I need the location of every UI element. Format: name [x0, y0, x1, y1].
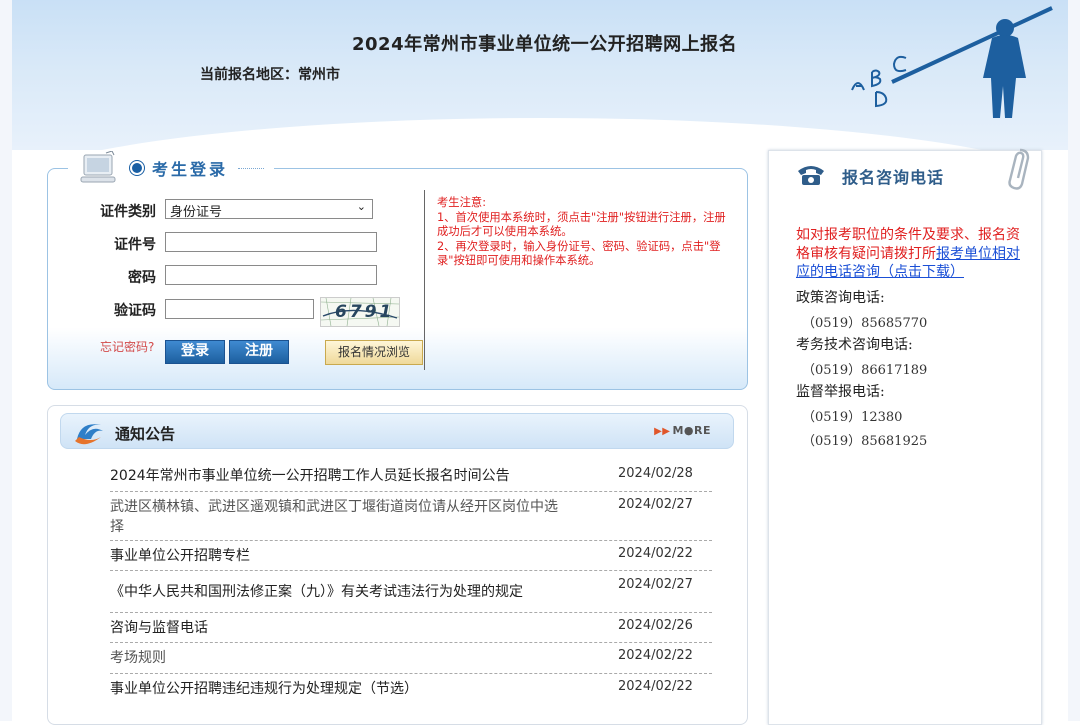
password-label: 密码	[128, 270, 156, 286]
captcha-input[interactable]	[165, 299, 314, 319]
policy-phone-value: （0519）85685770	[802, 316, 928, 331]
announcement-row[interactable]: 事业单位公开招聘专栏 2024/02/22	[110, 540, 712, 571]
announcement-date: 2024/02/22	[618, 679, 693, 694]
chevron-down-icon: ⌄	[356, 200, 366, 213]
browse-status-button[interactable]: 报名情况浏览	[325, 340, 423, 365]
announcement-date: 2024/02/28	[618, 466, 693, 481]
more-link[interactable]: ▶▶ M●RE	[654, 424, 711, 437]
register-button[interactable]: 注册	[229, 340, 289, 364]
supervise-phone-value-1: （0519）12380	[802, 410, 903, 425]
announcement-date: 2024/02/22	[618, 648, 693, 663]
telephone-icon	[798, 166, 824, 185]
announcement-title[interactable]: 考场规则	[110, 648, 570, 668]
heading-bullet-icon	[130, 161, 144, 175]
id-type-value: 身份证号	[170, 205, 223, 220]
more-label: M●RE	[672, 424, 711, 437]
announcement-date: 2024/02/27	[618, 497, 693, 512]
tech-phone-value: （0519）86617189	[802, 363, 928, 378]
notice-line-2: 2、再次登录时，输入身份证号、密码、验证码，点击"登录"按钮即可使用和操作本系统…	[437, 239, 721, 268]
login-button[interactable]: 登录	[165, 340, 225, 364]
announcement-title[interactable]: 事业单位公开招聘专栏	[110, 546, 570, 566]
announcements-title: 通知公告	[115, 425, 176, 443]
notice-line-1: 1、首次使用本系统时，须点击"注册"按钮进行注册，注册成功后才可以使用本系统。	[437, 210, 726, 239]
captcha-image[interactable]: 6791	[320, 297, 400, 327]
login-notice: 考生注意: 1、首次使用本系统时，须点击"注册"按钮进行注册，注册成功后才可以使…	[437, 196, 729, 269]
id-number-input[interactable]	[165, 232, 377, 252]
page-right-border	[1068, 0, 1080, 721]
announcements-header: 通知公告 ▶▶ M●RE	[60, 413, 734, 449]
id-number-label: 证件号	[114, 237, 156, 253]
double-arrow-icon: ▶▶	[654, 426, 671, 437]
announcement-row[interactable]: 考场规则 2024/02/22	[110, 642, 712, 674]
region-label: 当前报名地区：	[200, 67, 298, 83]
announcement-date: 2024/02/22	[618, 546, 693, 561]
password-input[interactable]	[165, 265, 377, 285]
announcement-title[interactable]: 《中华人民共和国刑法修正案（九）》有关考试违法行为处理的规定	[110, 582, 570, 602]
login-heading: 考生登录	[68, 150, 275, 186]
announcement-title[interactable]: 2024年常州市事业单位统一公开招聘工作人员延长报名时间公告	[110, 466, 570, 486]
abcd-figure-illustration-icon	[851, 6, 1053, 118]
computer-monitor-icon	[80, 151, 116, 183]
policy-phone-label: 政策咨询电话:	[796, 290, 885, 306]
notice-title: 考生注意:	[437, 196, 486, 209]
login-title: 考生登录	[152, 160, 229, 179]
announcement-row[interactable]: 《中华人民共和国刑法修正案（九）》有关考试违法行为处理的规定 2024/02/2…	[110, 570, 712, 613]
announcement-date: 2024/02/26	[618, 618, 693, 633]
consult-intro: 如对报考职位的条件及要求、报名资格审核有疑问请拨打所报考单位相对应的电话咨询（点…	[796, 226, 1026, 282]
region-value: 常州市	[298, 67, 340, 83]
forgot-password-link[interactable]: 忘记密码?	[100, 338, 154, 355]
announcement-swirl-icon	[75, 424, 103, 445]
captcha-label: 验证码	[114, 303, 156, 319]
announcement-row[interactable]: 咨询与监督电话 2024/02/26	[110, 612, 712, 643]
announcement-row[interactable]: 2024年常州市事业单位统一公开招聘工作人员延长报名时间公告 2024/02/2…	[110, 461, 712, 492]
consult-title: 报名咨询电话	[842, 168, 945, 187]
supervise-phone-value-2: （0519）85681925	[802, 434, 928, 449]
announcement-title[interactable]: 咨询与监督电话	[110, 618, 570, 638]
id-type-label: 证件类别	[100, 204, 156, 220]
announcement-title[interactable]: 武进区横林镇、武进区遥观镇和武进区丁堰街道岗位请从经开区岗位中选择	[110, 497, 558, 537]
captcha-text: 6791	[335, 302, 395, 322]
announcement-row[interactable]: 事业单位公开招聘违纪违规行为处理规定（节选） 2024/02/22	[110, 673, 712, 703]
id-type-select[interactable]: 身份证号 ⌄	[165, 199, 373, 220]
announcement-title[interactable]: 事业单位公开招聘违纪违规行为处理规定（节选）	[110, 679, 570, 699]
current-region: 当前报名地区：常州市	[200, 64, 340, 84]
page-title: 2024年常州市事业单位统一公开招聘网上报名	[352, 34, 738, 55]
tech-phone-label: 考务技术咨询电话:	[796, 337, 913, 353]
consult-heading: 报名咨询电话	[796, 158, 1036, 194]
header-banner: 2024年常州市事业单位统一公开招聘网上报名 当前报名地区：常州市	[12, 0, 1068, 150]
heading-dotted-line	[238, 167, 265, 169]
supervise-phone-label: 监督举报电话:	[796, 384, 885, 400]
notice-divider	[424, 190, 425, 370]
announcement-date: 2024/02/27	[618, 577, 693, 592]
announcement-row[interactable]: 武进区横林镇、武进区遥观镇和武进区丁堰街道岗位请从经开区岗位中选择 2024/0…	[110, 491, 712, 541]
page-left-border	[0, 0, 12, 721]
